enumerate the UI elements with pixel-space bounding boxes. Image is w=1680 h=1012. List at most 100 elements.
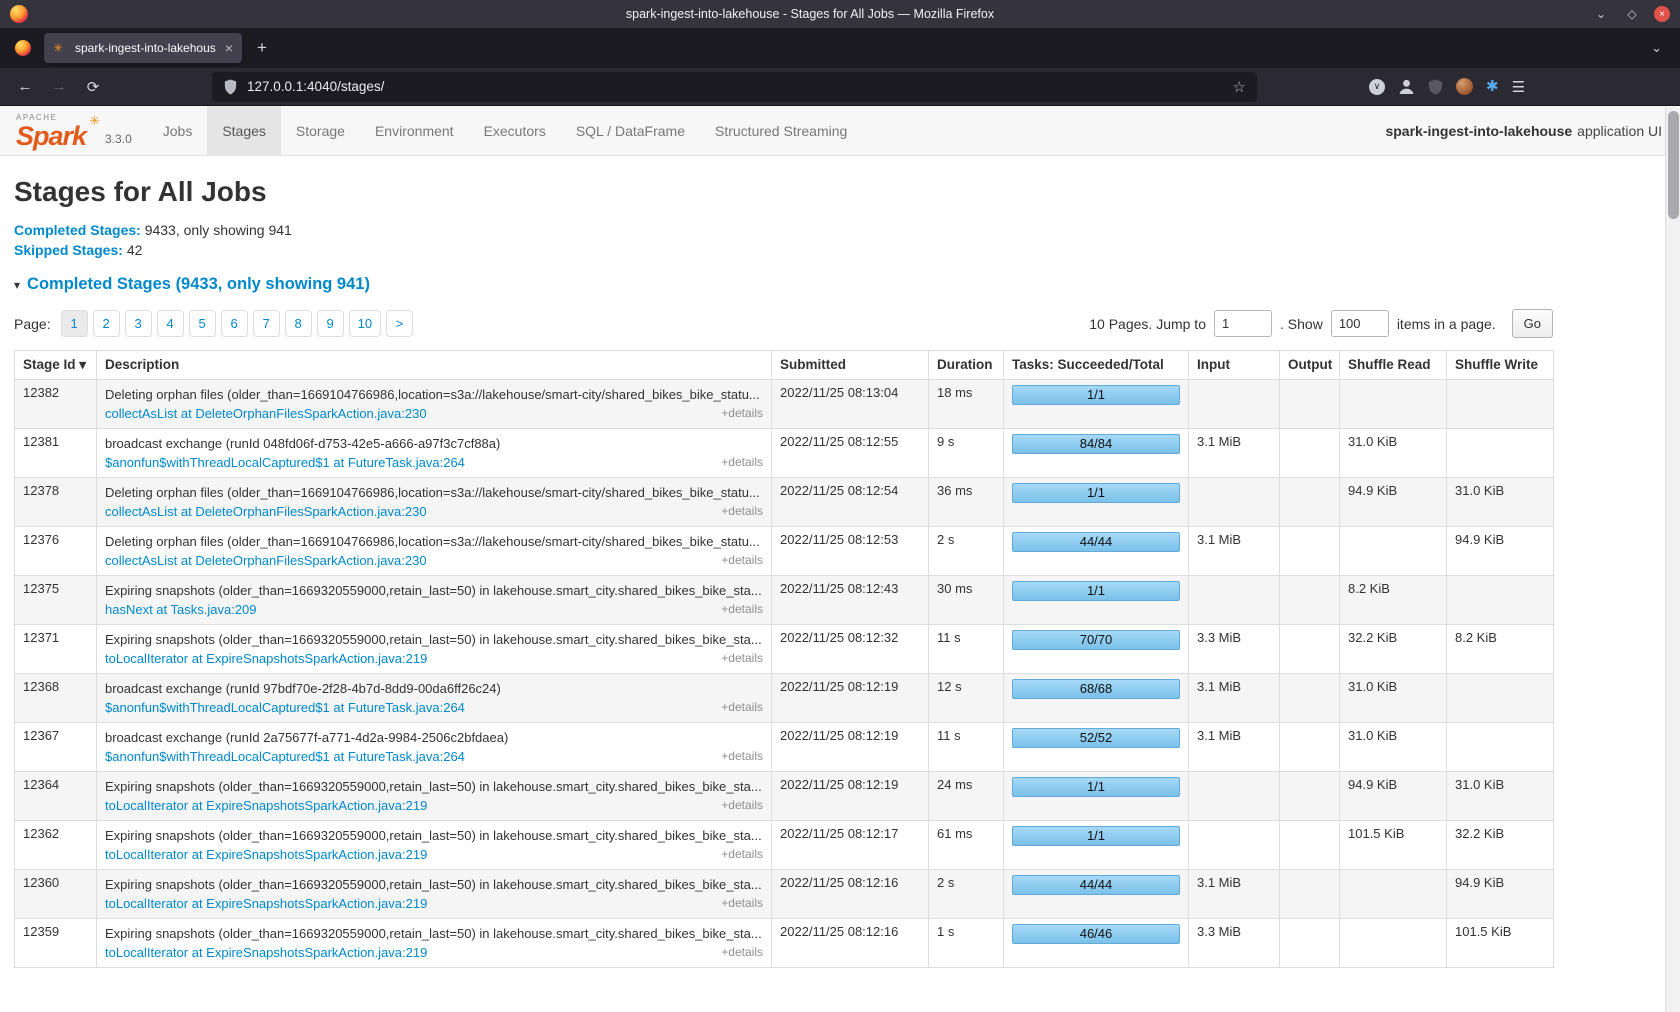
page-number-button[interactable]: 3	[125, 310, 152, 337]
scrollbar-thumb[interactable]	[1668, 111, 1679, 219]
firefox-view-button[interactable]	[8, 33, 38, 63]
close-button[interactable]: ×	[1654, 6, 1670, 22]
page-number-button[interactable]: 1	[61, 310, 88, 337]
stage-detail-link[interactable]: toLocalIterator at ExpireSnapshotsSparkA…	[105, 649, 427, 668]
list-all-tabs-button[interactable]: ⌄	[1651, 40, 1662, 56]
skipped-stages-link[interactable]: Skipped Stages:	[14, 242, 123, 258]
page-number-button[interactable]: 9	[317, 310, 344, 337]
maximize-button[interactable]: ◇	[1623, 5, 1641, 23]
spark-wordmark: Spark	[16, 121, 86, 151]
page-scrollbar[interactable]	[1665, 107, 1680, 1012]
spark-nav-item[interactable]: Executors	[469, 106, 561, 155]
page-number-button[interactable]: >	[386, 310, 413, 337]
minimize-button[interactable]: ⌄	[1592, 5, 1610, 23]
details-toggle[interactable]: +details	[721, 796, 763, 815]
back-button[interactable]: ←	[10, 72, 40, 102]
stage-detail-link[interactable]: collectAsList at DeleteOrphanFilesSparkA…	[105, 551, 427, 570]
shuffle-read-cell: 32.2 KiB	[1340, 625, 1447, 674]
tasks-cell: 44/44	[1004, 870, 1189, 919]
browser-tab-active[interactable]: ✳ spark-ingest-into-lakehous ×	[44, 33, 242, 63]
details-toggle[interactable]: +details	[721, 747, 763, 766]
extension-icon[interactable]: ✱	[1486, 79, 1499, 95]
new-tab-button[interactable]: +	[248, 34, 276, 62]
page-number-button[interactable]: 5	[189, 310, 216, 337]
header-duration[interactable]: Duration	[929, 351, 1004, 380]
stage-detail-link[interactable]: hasNext at Tasks.java:209	[105, 600, 257, 619]
go-button[interactable]: Go	[1512, 309, 1553, 338]
header-description[interactable]: Description	[97, 351, 772, 380]
tasks-progress-bar: 70/70	[1012, 630, 1180, 650]
spark-nav-item[interactable]: SQL / DataFrame	[561, 106, 700, 155]
header-stage-id[interactable]: Stage Id ▾	[15, 351, 97, 380]
header-shuffle-read[interactable]: Shuffle Read	[1340, 351, 1447, 380]
details-toggle[interactable]: +details	[721, 845, 763, 864]
tracking-protection-shield-icon[interactable]	[223, 79, 238, 95]
profile-avatar-icon[interactable]	[1456, 78, 1473, 95]
pagination-controls: 10 Pages. Jump to . Show items in a page…	[1089, 309, 1553, 338]
header-output[interactable]: Output	[1280, 351, 1340, 380]
header-tasks[interactable]: Tasks: Succeeded/Total	[1004, 351, 1189, 380]
description-cell: broadcast exchange (runId 97bdf70e-2f28-…	[97, 674, 772, 723]
tasks-cell: 84/84	[1004, 429, 1189, 478]
completed-stages-link[interactable]: Completed Stages:	[14, 222, 141, 238]
stage-id-cell: 12371	[15, 625, 97, 674]
account-icon[interactable]	[1398, 78, 1415, 95]
page-number-button[interactable]: 7	[253, 310, 280, 337]
header-input[interactable]: Input	[1189, 351, 1280, 380]
stage-detail-link[interactable]: toLocalIterator at ExpireSnapshotsSparkA…	[105, 845, 427, 864]
forward-button[interactable]: →	[44, 72, 74, 102]
tasks-cell: 44/44	[1004, 527, 1189, 576]
page-number-button[interactable]: 10	[349, 310, 381, 337]
spark-nav-item[interactable]: Stages	[207, 106, 281, 155]
details-toggle[interactable]: +details	[721, 943, 763, 962]
stage-detail-link[interactable]: toLocalIterator at ExpireSnapshotsSparkA…	[105, 796, 427, 815]
page-number-button[interactable]: 4	[157, 310, 184, 337]
bookmark-star-icon[interactable]: ☆	[1233, 78, 1246, 96]
tab-title: spark-ingest-into-lakehous	[75, 41, 219, 55]
spark-logo[interactable]: APACHESpark✳ 3.3.0	[0, 106, 148, 155]
pocket-icon[interactable]: ∨	[1369, 79, 1385, 95]
items-per-page-input[interactable]	[1331, 310, 1389, 337]
ublock-shield-icon[interactable]	[1428, 79, 1443, 95]
url-bar[interactable]: 127.0.0.1:4040/stages/ ☆	[212, 72, 1257, 102]
details-toggle[interactable]: +details	[721, 894, 763, 913]
details-toggle[interactable]: +details	[721, 453, 763, 472]
details-toggle[interactable]: +details	[721, 502, 763, 521]
spark-nav-item[interactable]: Jobs	[148, 106, 208, 155]
page-number-button[interactable]: 2	[93, 310, 120, 337]
stage-detail-link[interactable]: toLocalIterator at ExpireSnapshotsSparkA…	[105, 894, 427, 913]
stage-link-line: collectAsList at DeleteOrphanFilesSparkA…	[105, 502, 763, 521]
stage-detail-link[interactable]: $anonfun$withThreadLocalCaptured$1 at Fu…	[105, 453, 465, 472]
header-submitted[interactable]: Submitted	[772, 351, 929, 380]
spark-nav-item[interactable]: Environment	[360, 106, 469, 155]
menu-icon[interactable]: ☰	[1512, 78, 1525, 96]
table-row: 12359 Expiring snapshots (older_than=166…	[15, 919, 1554, 968]
stage-description: Deleting orphan files (older_than=166910…	[105, 385, 763, 404]
spark-nav-item[interactable]: Storage	[281, 106, 360, 155]
details-toggle[interactable]: +details	[721, 404, 763, 423]
submitted-cell: 2022/11/25 08:12:19	[772, 772, 929, 821]
stage-detail-link[interactable]: $anonfun$withThreadLocalCaptured$1 at Fu…	[105, 747, 465, 766]
reload-button[interactable]: ⟳	[78, 72, 108, 102]
stage-link-line: toLocalIterator at ExpireSnapshotsSparkA…	[105, 894, 763, 913]
stage-detail-link[interactable]: toLocalIterator at ExpireSnapshotsSparkA…	[105, 943, 427, 962]
details-toggle[interactable]: +details	[721, 698, 763, 717]
header-shuffle-write[interactable]: Shuffle Write	[1447, 351, 1554, 380]
page-label: Page:	[14, 316, 51, 332]
page-number-button[interactable]: 6	[221, 310, 248, 337]
tab-close-icon[interactable]: ×	[225, 40, 233, 56]
stage-detail-link[interactable]: $anonfun$withThreadLocalCaptured$1 at Fu…	[105, 698, 465, 717]
table-row: 12378 Deleting orphan files (older_than=…	[15, 478, 1554, 527]
details-toggle[interactable]: +details	[721, 649, 763, 668]
details-toggle[interactable]: +details	[721, 600, 763, 619]
stage-detail-link[interactable]: collectAsList at DeleteOrphanFilesSparkA…	[105, 502, 427, 521]
details-toggle[interactable]: +details	[721, 551, 763, 570]
stage-detail-link[interactable]: collectAsList at DeleteOrphanFilesSparkA…	[105, 404, 427, 423]
tasks-cell: 1/1	[1004, 478, 1189, 527]
spark-nav-item[interactable]: Structured Streaming	[700, 106, 862, 155]
completed-stages-section-toggle[interactable]: ▾ Completed Stages (9433, only showing 9…	[14, 275, 1554, 294]
jump-to-page-input[interactable]	[1214, 310, 1272, 337]
shuffle-write-cell	[1447, 576, 1554, 625]
page-number-button[interactable]: 8	[285, 310, 312, 337]
stage-description: Expiring snapshots (older_than=166932055…	[105, 924, 763, 943]
